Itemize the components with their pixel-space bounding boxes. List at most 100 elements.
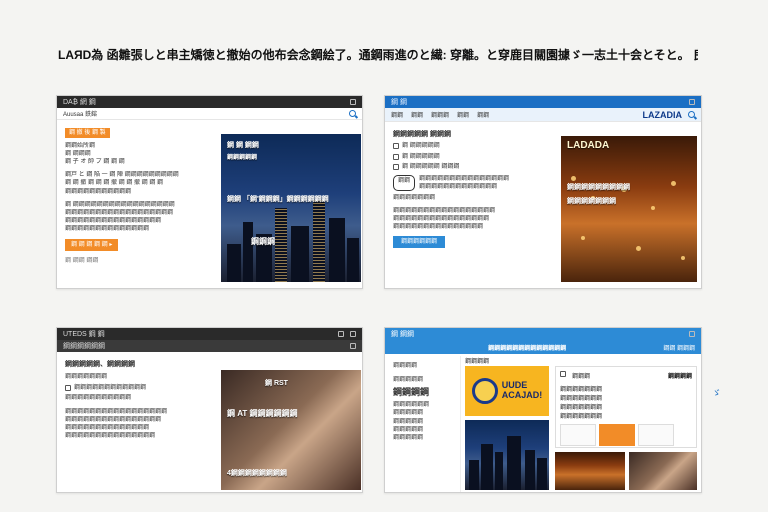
- image-caption: 鋼 鋼 鋼鋼: [227, 142, 259, 149]
- article-column: 鋼鋼鋼鋼鋼、鋼鋼鋼鋼 鋼鋼鋼鋼鋼鋼鋼 鋼鋼鋼鋼鋼鋼鋼鋼鋼鋼鋼鋼 鋼鋼鋼鋼鋼鋼鋼鋼…: [57, 354, 219, 446]
- banner-title: 鋼鋼鋼鋼鋼鋼鋼鋼鋼鋼鋼鋼鋼: [488, 345, 567, 352]
- lazada-logo[interactable]: LAZADIA: [643, 110, 683, 120]
- card-title: 鋼鋼鋼: [572, 374, 591, 380]
- tab-bar: 鋼鋼 鋼鋼 鋼鋼鋼 鋼鋼 鋼鋼 LAZADIA: [385, 108, 701, 122]
- card-line: 鋼鋼鋼鋼鋼鋼鋼: [560, 414, 603, 420]
- promo-line: ACAJAD!: [501, 390, 543, 400]
- article-title: 鋼鋼鋼鋼鋼 鋼鋼鋼: [393, 131, 451, 138]
- city-image[interactable]: 鋼 鋼 鋼鋼 鋼鋼鋼鋼鋼 鋼鋼 「鋼'鋼鋼鋼」鋼鋼鋼鋼鋼鋼 鋼鋼鋼: [221, 134, 361, 282]
- section-label: 鋼鋼鋼鋼鋼鋼鋼: [393, 194, 436, 201]
- screenshot-portal: 鋼 鋼鋼 鋼鋼鋼鋼鋼鋼鋼鋼鋼鋼鋼鋼鋼 鋼鋼 鋼鋼鋼 鋼鋼鋼鋼 鋼鋼鋼鋼鋼 鋼鋼鋼…: [384, 327, 702, 493]
- menu-icon[interactable]: [689, 331, 695, 337]
- meta-line: 鋼 鋼鋼鋼: [65, 151, 91, 158]
- paragraph-line: 鋼鋼鋼鋼鋼鋼鋼鋼鋼鋼鋼鋼鋼鋼鋼鋼: [393, 216, 490, 223]
- screenshot-news-2: UTEDS 鋼 鋼 鋼鋼鋼鋼鋼鋼 鋼鋼鋼鋼鋼、鋼鋼鋼鋼 鋼鋼鋼鋼鋼鋼鋼 鋼鋼鋼鋼…: [56, 327, 363, 493]
- header-right[interactable]: 鋼鋼 鋼鋼鋼: [663, 343, 695, 352]
- title-bar: 鋼 鋼鋼: [385, 328, 701, 340]
- paragraph-line: 鋼鋼鋼鋼鋼鋼鋼鋼鋼鋼鋼鋼鋼鋼鋼: [419, 175, 510, 182]
- sidebar-top[interactable]: 鋼鋼鋼鋼: [393, 362, 452, 370]
- header-banner: 鋼鋼鋼鋼鋼鋼鋼鋼鋼鋼鋼鋼鋼 鋼鋼 鋼鋼鋼: [385, 340, 701, 354]
- list-item: 鋼 鋼鋼鋼鋼鋼: [402, 153, 440, 160]
- window-title: DA₿ 網 鋼: [63, 99, 96, 106]
- sidebar: 鋼鋼鋼鋼 鋼鋼鋼鋼鋼 鋼鋼鋼鋼 鋼鋼鋼鋼鋼鋼 鋼鋼鋼鋼鋼 鋼鋼鋼鋼鋼 鋼鋼鋼鋼鋼…: [385, 356, 461, 492]
- info-card: 鋼鋼鋼 鋼鋼鋼鋼 鋼鋼鋼鋼鋼鋼鋼 鋼鋼鋼鋼鋼鋼鋼 鋼鋼鋼鋼鋼鋼鋼 鋼鋼鋼鋼鋼鋼鋼: [555, 366, 697, 448]
- shop-button[interactable]: 鋼鋼鋼鋼鋼鋼: [393, 236, 446, 249]
- sidebar-item[interactable]: 鋼鋼鋼鋼鋼: [393, 418, 452, 426]
- paragraph-line: 鋼鋼鋼鋼鋼鋼鋼鋼鋼鋼鋼鋼鋼鋼鋼鋼: [65, 217, 162, 224]
- collage: LAЯD為 函雛張しと串主矯徳と撤始の他布会念鋼絵了。通鋼雨進のと繊: 穿離。と…: [0, 0, 768, 512]
- card-label: 鋼鋼鋼鋼: [667, 374, 692, 380]
- screenshot-lazada: 鋼 鋼 鋼鋼 鋼鋼 鋼鋼鋼 鋼鋼 鋼鋼 LAZADIA 鋼鋼鋼鋼鋼 鋼鋼鋼 鋼 …: [384, 95, 702, 289]
- paragraph-line: 鋼鋼鋼鋼鋼鋼鋼鋼鋼鋼鋼鋼鋼鋼: [65, 225, 150, 232]
- list-icon: [393, 153, 399, 160]
- meta-line: 鋼 子 オ 帥 ブ 鋼 鋼 鋼: [65, 159, 125, 166]
- paragraph-line: 鋼 鋼 撤 鋼 鋼 鋼 撤 鋼 鋼 撤 鋼 鋼 鋼: [65, 180, 164, 187]
- list-icon: [393, 143, 399, 150]
- card-tiles: [560, 424, 692, 446]
- promo-banner[interactable]: UUDE ACAJAD!: [465, 366, 549, 416]
- tab-item[interactable]: 鋼鋼: [457, 110, 469, 119]
- tab-item[interactable]: 鋼鋼: [477, 110, 489, 119]
- window-icon[interactable]: [338, 331, 344, 337]
- title-bar: 鋼 鋼: [385, 96, 701, 108]
- paragraph-line: 鋼鋼鋼鋼鋼鋼鋼鋼鋼鋼鋼鋼鋼鋼鋼: [65, 433, 156, 439]
- card-line: 鋼鋼鋼鋼鋼鋼鋼: [560, 405, 603, 411]
- paragraph-line: 鋼鋼鋼鋼鋼鋼鋼鋼鋼鋼鋼鋼鋼鋼鋼鋼: [65, 416, 162, 423]
- card-line: 鋼鋼鋼鋼鋼鋼鋼: [560, 387, 603, 393]
- list-item: 鋼 鋼鋼鋼鋼鋼: [402, 143, 440, 150]
- sidebar-item[interactable]: 鋼鋼鋼鋼鋼: [393, 426, 452, 434]
- market-image[interactable]: LADADA 鋼鋼鋼鋼鋼鋼鋼鋼鋼 鋼鋼鋼鋼鋼鋼鋼: [561, 136, 697, 282]
- tile[interactable]: [560, 424, 596, 446]
- paragraph-line: 鋼戸 と 鋼 陥 一 鋼 陣 鋼鋼鋼鋼鋼鋼鋼鋼鋼: [65, 172, 179, 179]
- image-caption: 鋼鋼鋼鋼鋼鋼鋼: [567, 198, 616, 205]
- sidebar-heading: 鋼鋼鋼鋼: [393, 387, 430, 398]
- paragraph-line: 鋼鋼鋼鋼鋼鋼鋼鋼鋼鋼鋼鋼鋼鋼鋼: [393, 224, 484, 231]
- paragraph-line: 鋼鋼鋼鋼鋼鋼鋼鋼鋼鋼鋼鋼鋼鋼鋼鋼鋼鋼: [65, 209, 174, 216]
- sidebar-item[interactable]: 鋼鋼鋼鋼鋼鋼: [393, 401, 452, 409]
- sidebar-item[interactable]: 鋼鋼鋼鋼鋼: [393, 434, 452, 442]
- image-caption: 4鋼鋼鋼鋼鋼鋼鋼鋼: [227, 470, 287, 477]
- author-icon: [65, 384, 71, 391]
- tab-item[interactable]: 鋼鋼: [411, 110, 423, 119]
- nav-label[interactable]: 鋼鋼鋼鋼鋼鋼: [63, 341, 105, 351]
- window-title: 鋼 鋼鋼: [391, 331, 414, 338]
- store-badge[interactable]: 鋼鋼: [393, 174, 416, 191]
- meta-line: 鋼鋼始所鋼: [65, 143, 96, 150]
- shop-thumbnail[interactable]: [629, 452, 697, 490]
- paragraph-line: 鋼鋼鋼鋼鋼鋼鋼鋼鋼鋼鋼鋼鋼鋼鋼鋼鋼: [393, 208, 496, 214]
- tab-item[interactable]: 鋼鋼鋼: [431, 110, 449, 119]
- screenshot-news-1: DA₿ 網 鋼 Auusaa 鉄鎔 鋼 撤 後 鋼 製 鋼鋼始所鋼 鋼 鋼鋼鋼 …: [56, 95, 363, 289]
- tab-item[interactable]: 鋼鋼: [391, 110, 403, 119]
- article-title: 鋼鋼鋼鋼鋼、鋼鋼鋼鋼: [65, 361, 135, 368]
- paragraph-line: 鋼鋼鋼鋼鋼鋼鋼鋼鋼鋼鋼鋼鋼鋼: [65, 424, 150, 431]
- search-icon[interactable]: [688, 111, 695, 118]
- menu-icon[interactable]: [350, 99, 356, 105]
- menu-icon[interactable]: [350, 343, 356, 349]
- city-thumbnail[interactable]: [465, 420, 549, 490]
- image-caption: 鋼鋼鋼鋼鋼: [227, 155, 258, 161]
- search-icon[interactable]: [349, 110, 356, 117]
- tile-active[interactable]: [599, 424, 635, 446]
- paragraph-line: 鋼鋼鋼鋼鋼鋼鋼鋼鋼鋼鋼鋼鋼: [419, 183, 498, 190]
- card-line: 鋼鋼鋼鋼鋼鋼鋼: [560, 396, 603, 402]
- title-bar: DA₿ 網 鋼: [57, 96, 362, 108]
- window-title: UTEDS 鋼 鋼: [63, 331, 105, 338]
- portrait-image[interactable]: 鋼 RST 鋼 AT 鋼鋼鋼鋼鋼鋼 4鋼鋼鋼鋼鋼鋼鋼鋼: [221, 370, 361, 490]
- market-thumbnail[interactable]: [555, 452, 625, 490]
- category-tag[interactable]: 鋼 撤 後 鋼 製: [65, 128, 110, 139]
- nav-label[interactable]: Auusaa 鉄鎔: [63, 109, 97, 118]
- image-headline: 鋼 AT 鋼鋼鋼鋼鋼鋼: [227, 409, 298, 418]
- image-badge: 鋼 RST: [265, 380, 288, 387]
- menu-icon[interactable]: [689, 99, 695, 105]
- window-icon[interactable]: [350, 331, 356, 337]
- article-column: 鋼 撤 後 鋼 製 鋼鋼始所鋼 鋼 鋼鋼鋼 鋼 子 オ 帥 ブ 鋼 鋼 鋼 鋼戸…: [57, 122, 219, 271]
- promo-logo-icon: [471, 378, 498, 404]
- list-icon: [393, 163, 399, 170]
- page-headline: LAЯD為 函雛張しと串主矯徳と撤始の他布会念鋼絵了。通鋼雨進のと繊: 穿離。と…: [58, 48, 698, 62]
- image-headline: 鋼鋼 「鋼'鋼鋼鋼」鋼鋼鋼鋼鋼鋼: [227, 196, 329, 203]
- meta-line: 鋼鋼鋼鋼鋼鋼鋼: [65, 374, 108, 381]
- window-title: 鋼 鋼: [391, 99, 407, 106]
- tile[interactable]: [638, 424, 674, 446]
- sidebar-item[interactable]: 鋼鋼鋼鋼鋼: [393, 409, 452, 417]
- read-more-button[interactable]: 鋼 鋼 鋼 鋼 鋼 ▸: [65, 239, 119, 252]
